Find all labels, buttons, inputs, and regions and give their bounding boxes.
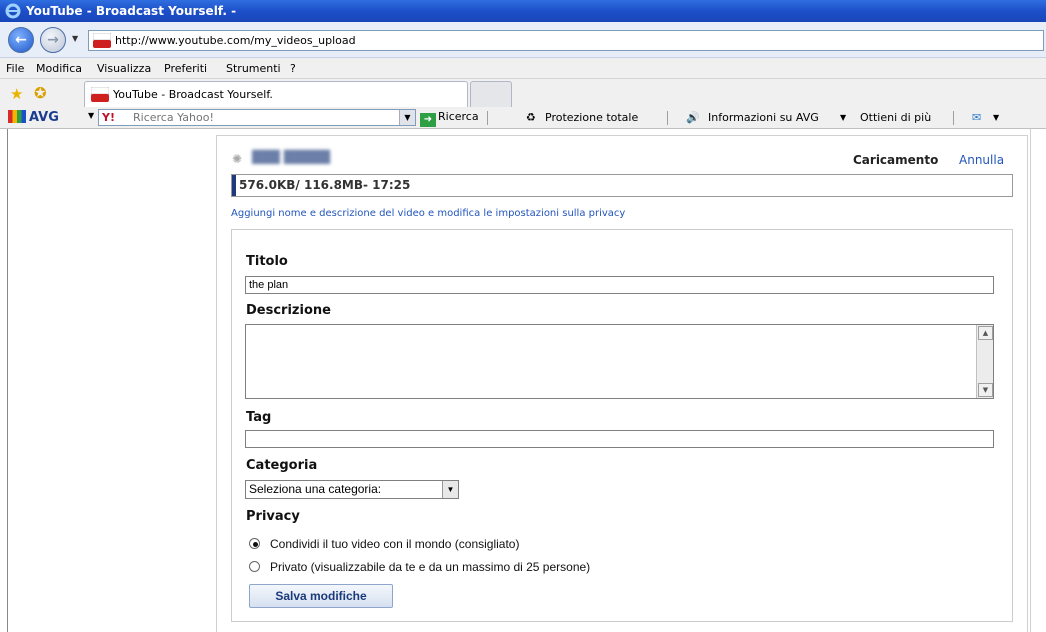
info-dropdown-icon[interactable]: ▼ bbox=[840, 113, 846, 122]
cancel-upload-link[interactable]: Annulla bbox=[959, 153, 1004, 167]
file-name-blurred: ███ █████ bbox=[252, 150, 331, 164]
tab-bar: ★ ✪ YouTube - Broadcast Yourself. bbox=[0, 79, 1046, 107]
toolbar-divider bbox=[487, 111, 488, 125]
avg-toolbar: AVG ▼ Y! ▼ ➜Ricerca ♻ Protezione totale … bbox=[0, 107, 1046, 129]
radio-private[interactable] bbox=[249, 561, 260, 572]
youtube-favicon-icon bbox=[93, 33, 111, 48]
privacy-option-private[interactable]: Privato (visualizzabile da te e da un ma… bbox=[249, 560, 590, 574]
window-title-bar: YouTube - Broadcast Yourself. - bbox=[0, 0, 1046, 22]
menu-item-file[interactable]: File bbox=[6, 62, 24, 75]
description-scrollbar[interactable]: ▲ ▼ bbox=[976, 325, 993, 398]
upload-status: Caricamento bbox=[853, 153, 939, 167]
description-label: Descrizione bbox=[246, 303, 331, 318]
privacy-option-label: Condividi il tuo video con il mondo (con… bbox=[270, 537, 520, 551]
category-selected-value: Seleziona una categoria: bbox=[249, 482, 382, 496]
favorites-star-icon[interactable]: ★ bbox=[10, 85, 23, 103]
loading-spinner-icon: ✺ bbox=[232, 152, 243, 166]
progress-text: 576.0KB/ 116.8MB- 17:25 bbox=[239, 178, 411, 192]
right-divider bbox=[1030, 129, 1031, 632]
address-text[interactable]: http://www.youtube.com/my_videos_upload bbox=[115, 34, 356, 47]
menu-bar: File Modifica Visualizza Preferiti Strum… bbox=[0, 58, 1046, 79]
more-button[interactable]: Ottieni di più bbox=[860, 111, 931, 124]
menu-item-visualizza[interactable]: Visualizza bbox=[97, 62, 151, 75]
tab-youtube[interactable]: YouTube - Broadcast Yourself. bbox=[84, 81, 468, 107]
search-dropdown-icon[interactable]: ▼ bbox=[399, 110, 415, 125]
forward-arrow-icon: → bbox=[47, 32, 59, 48]
address-bar[interactable]: http://www.youtube.com/my_videos_upload bbox=[88, 30, 1044, 51]
menu-item-strumenti[interactable]: Strumenti bbox=[226, 62, 281, 75]
scroll-down-icon[interactable]: ▼ bbox=[978, 383, 993, 397]
category-label: Categoria bbox=[246, 458, 318, 473]
description-textarea[interactable]: ▲ ▼ bbox=[245, 324, 994, 399]
mail-dropdown-icon[interactable]: ▼ bbox=[993, 113, 999, 122]
progress-fill bbox=[232, 175, 236, 196]
yahoo-search-box[interactable]: Y! ▼ bbox=[98, 109, 416, 126]
yahoo-search-input[interactable] bbox=[133, 111, 373, 124]
edit-details-link[interactable]: Aggiungi nome e descrizione del video e … bbox=[231, 208, 625, 219]
radio-public[interactable] bbox=[249, 538, 260, 549]
info-icon: 🔊 bbox=[686, 111, 700, 124]
title-label: Titolo bbox=[246, 254, 288, 269]
menu-item-modifica[interactable]: Modifica bbox=[36, 62, 82, 75]
avg-logo-icon bbox=[8, 110, 26, 123]
forward-button[interactable]: → bbox=[40, 27, 66, 53]
save-changes-button[interactable]: Salva modifiche bbox=[249, 584, 393, 608]
menu-item-help[interactable]: ? bbox=[290, 62, 296, 75]
back-arrow-icon: ← bbox=[15, 32, 27, 48]
tab-label: YouTube - Broadcast Yourself. bbox=[113, 88, 273, 101]
navigation-bar: ← → ▼ http://www.youtube.com/my_videos_u… bbox=[0, 22, 1046, 58]
history-dropdown-icon[interactable]: ▼ bbox=[72, 34, 78, 43]
internet-explorer-icon bbox=[5, 3, 21, 19]
title-input[interactable] bbox=[245, 276, 994, 294]
privacy-label: Privacy bbox=[246, 509, 300, 524]
toolbar-divider bbox=[667, 111, 668, 125]
toolbar-divider bbox=[953, 111, 954, 125]
privacy-option-label: Privato (visualizzabile da te e da un ma… bbox=[270, 560, 591, 574]
avg-info-button[interactable]: Informazioni su AVG bbox=[708, 111, 819, 124]
menu-item-preferiti[interactable]: Preferiti bbox=[164, 62, 207, 75]
yahoo-icon: Y! bbox=[102, 111, 115, 124]
upload-progress-bar: 576.0KB/ 116.8MB- 17:25 bbox=[231, 174, 1013, 197]
category-select[interactable]: Seleziona una categoria: ▼ bbox=[245, 480, 459, 499]
privacy-option-public[interactable]: Condividi il tuo video con il mondo (con… bbox=[249, 537, 519, 551]
youtube-favicon-icon bbox=[91, 87, 109, 102]
avg-logo[interactable]: AVG bbox=[8, 110, 59, 125]
tag-label: Tag bbox=[246, 410, 272, 425]
protection-button[interactable]: Protezione totale bbox=[545, 111, 638, 124]
scroll-up-icon[interactable]: ▲ bbox=[978, 326, 993, 340]
tag-input[interactable] bbox=[245, 430, 994, 448]
avg-dropdown-icon[interactable]: ▼ bbox=[88, 111, 94, 120]
left-divider bbox=[7, 129, 8, 632]
window-title: YouTube - Broadcast Yourself. - bbox=[26, 4, 237, 18]
search-arrow-icon: ➜ bbox=[420, 113, 436, 127]
protection-icon: ♻ bbox=[526, 111, 536, 124]
mail-icon[interactable]: ✉ bbox=[972, 111, 981, 124]
add-favorites-icon[interactable]: ✪ bbox=[34, 84, 47, 102]
chevron-down-icon[interactable]: ▼ bbox=[442, 481, 458, 498]
new-tab-button[interactable] bbox=[470, 81, 512, 107]
search-button[interactable]: ➜ Ricerca bbox=[420, 110, 479, 127]
back-button[interactable]: ← bbox=[8, 27, 34, 53]
